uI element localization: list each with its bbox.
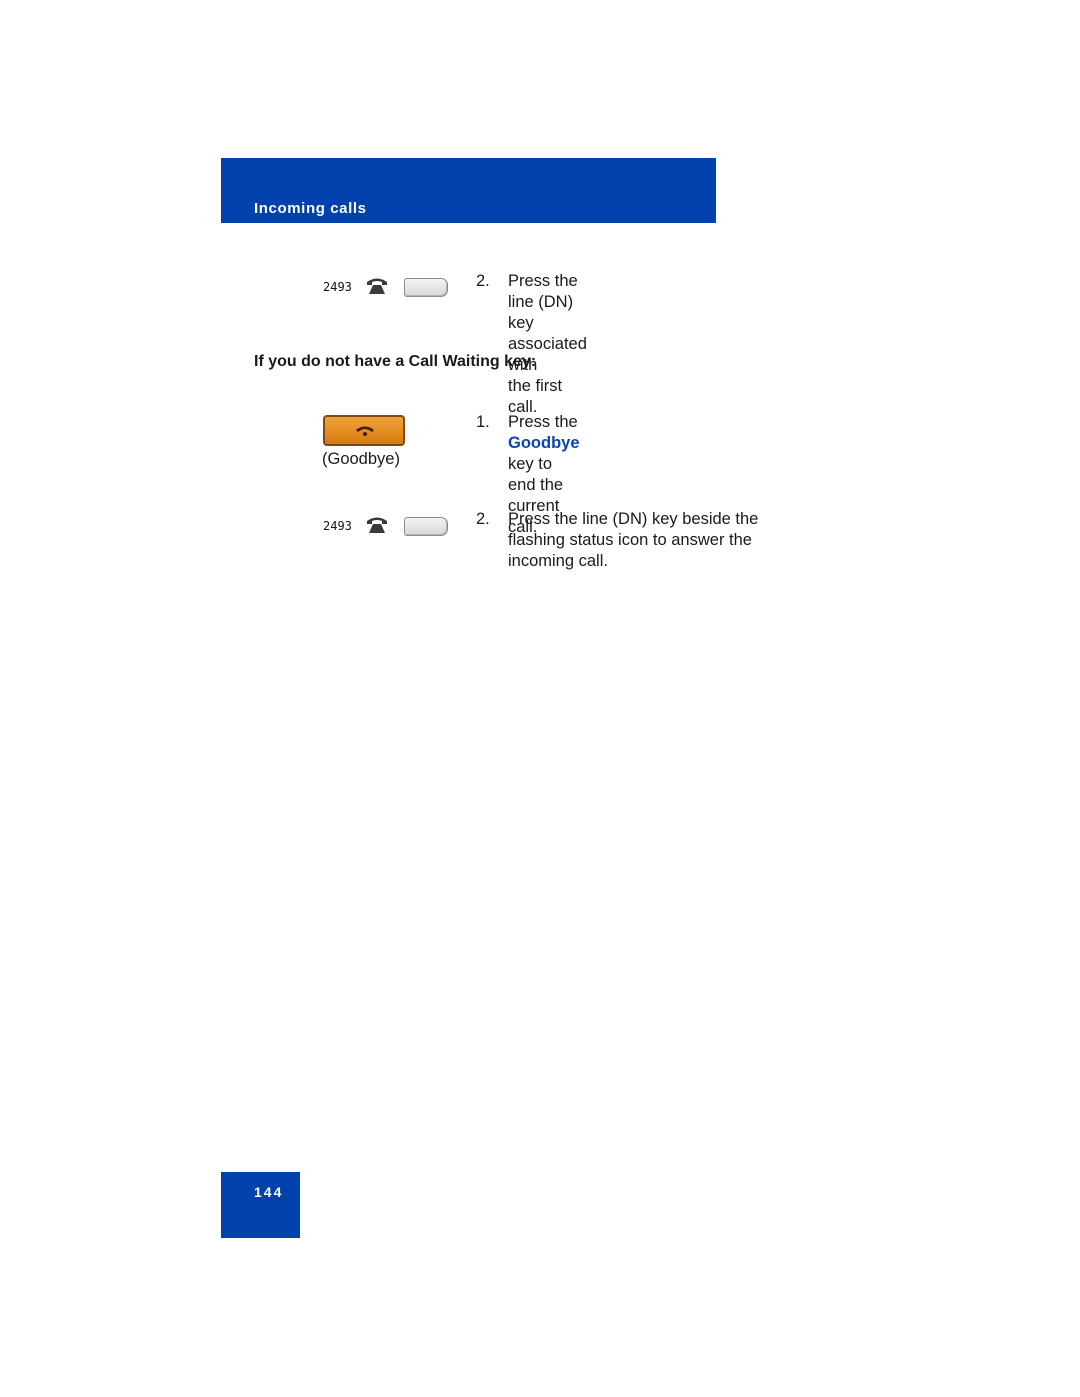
chapter-header-band: Incoming calls [221,158,716,223]
step-line: flashing status icon to answer the [508,531,752,549]
line-dn-key[interactable] [404,517,448,536]
chapter-title: Incoming calls [254,200,367,217]
page-number-band: 144 [221,1172,300,1238]
step-line: the first call. [508,377,563,416]
step-number: 2. [476,272,490,290]
page-number: 144 [254,1184,284,1200]
step-number: 2. [476,510,490,528]
step-text-suffix: key to end the [508,455,564,494]
dn-number: 2493 [323,519,352,533]
hang-up-icon [356,426,374,436]
step-line: incoming call. [508,552,608,570]
phone-icon [367,517,387,533]
line-dn-key[interactable] [404,278,448,297]
step-number: 1. [476,413,490,431]
goodbye-caption: (Goodbye) [322,450,400,468]
section-heading: If you do not have a Call Waiting key: [254,353,537,370]
phone-icon [367,278,387,294]
step-line: Press the line (DN) key beside the [508,510,759,528]
step-text: Press the line (DN) key beside the flash… [508,509,758,572]
goodbye-key[interactable] [323,415,405,446]
goodbye-key-reference: Goodbye [508,434,580,452]
dn-number: 2493 [323,280,352,294]
step-text-prefix: Press the [508,413,578,431]
step-text: Press the line (DN) key associated with … [508,271,587,418]
